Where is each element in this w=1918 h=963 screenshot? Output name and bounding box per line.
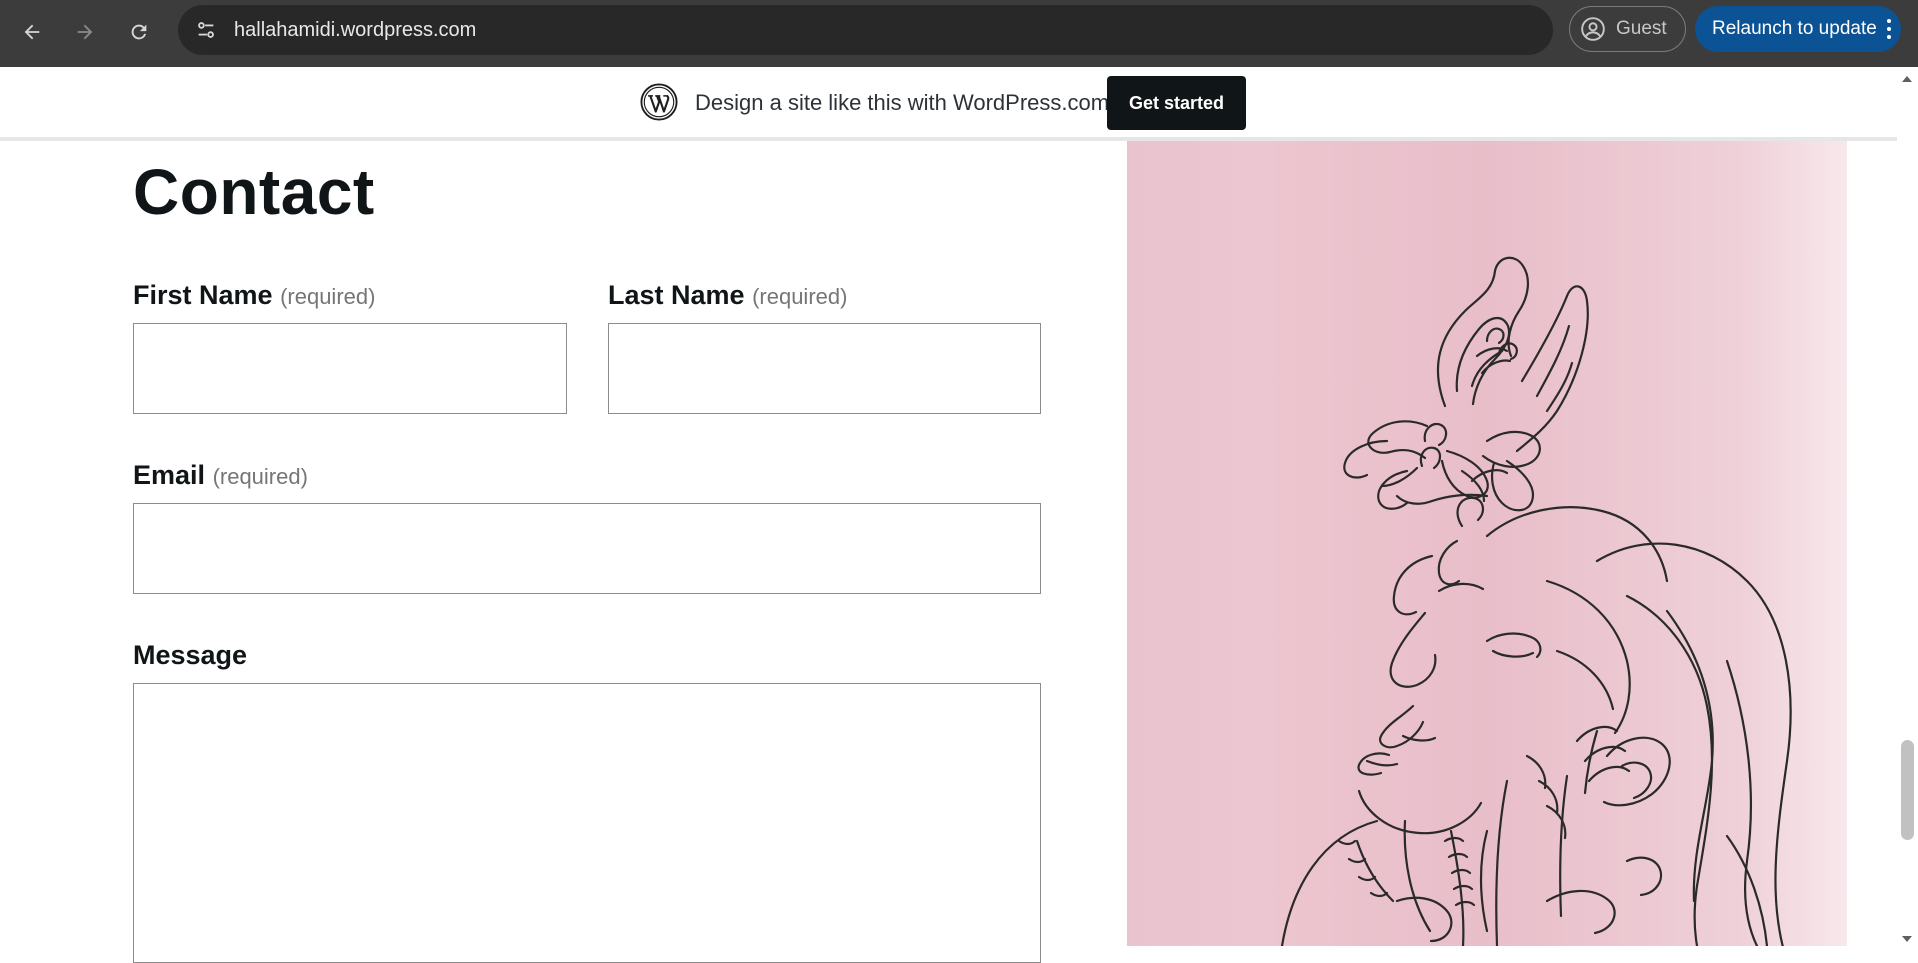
relaunch-label: Relaunch to update [1712,18,1877,39]
profile-button[interactable]: Guest [1569,6,1686,52]
browser-toolbar: hallahamidi.wordpress.com Guest Relaunch… [0,0,1918,67]
last-name-label: Last Name (required) [608,280,847,311]
profile-label: Guest [1616,18,1667,39]
scroll-thumb[interactable] [1901,740,1914,840]
line-art-image [1127,141,1847,946]
address-bar[interactable]: hallahamidi.wordpress.com [178,5,1553,55]
back-arrow-icon [24,24,40,40]
url-text[interactable]: hallahamidi.wordpress.com [234,19,476,42]
scroll-down-arrow-icon[interactable] [1902,936,1912,942]
required-note: (required) [752,284,848,309]
back-button[interactable] [14,14,50,50]
forward-button[interactable] [67,14,103,50]
email-input[interactable] [133,503,1041,594]
message-textarea[interactable] [133,683,1041,963]
first-name-label-text: First Name [133,280,273,310]
get-started-button[interactable]: Get started [1107,76,1246,130]
kebab-menu-icon[interactable] [1887,19,1891,39]
first-name-label: First Name (required) [133,280,375,311]
email-label: Email (required) [133,460,308,491]
wordpress-promo-text: Design a site like this with WordPress.c… [695,90,1110,115]
woman-butterfly-line-art [1280,256,1792,946]
email-label-text: Email [133,460,206,490]
person-circle-icon [1581,17,1605,41]
first-name-input[interactable] [133,323,567,414]
relaunch-update-button[interactable]: Relaunch to update [1695,6,1901,52]
reload-button[interactable] [121,14,157,50]
required-note: (required) [280,284,376,309]
message-label-text: Message [133,640,248,670]
wordpress-promo-banner: Design a site like this with WordPress.c… [0,67,1897,141]
page-scrollbar[interactable] [1897,67,1918,946]
site-info-button[interactable] [188,12,224,48]
scroll-up-arrow-icon[interactable] [1902,76,1912,82]
last-name-label-text: Last Name [608,280,745,310]
page-title: Contact [133,156,375,228]
message-label: Message [133,640,247,671]
last-name-input[interactable] [608,323,1041,414]
forward-arrow-icon [77,24,93,40]
wordpress-logo-icon [640,83,678,121]
reload-icon [131,24,147,40]
required-note: (required) [212,464,308,489]
tune-icon [198,22,214,38]
